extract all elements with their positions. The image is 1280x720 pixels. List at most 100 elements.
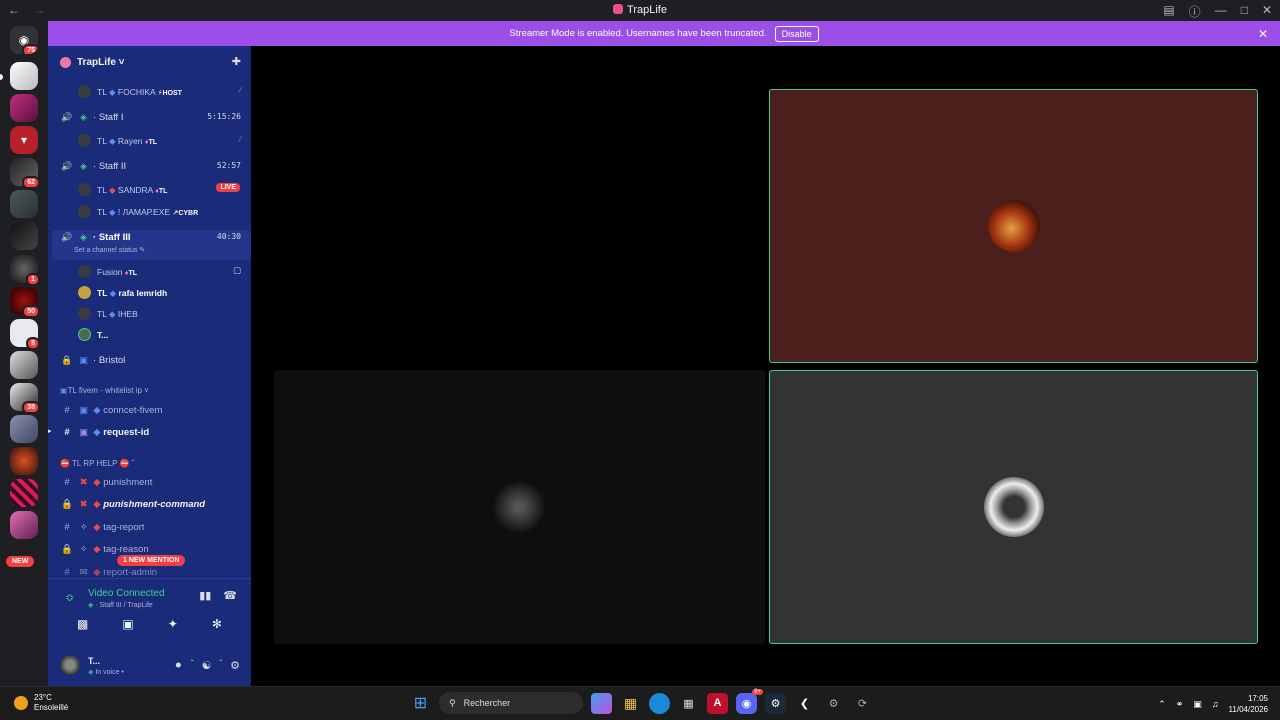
person-icon: ✧ bbox=[79, 522, 88, 533]
speaker-icon[interactable]: ♫ bbox=[1212, 699, 1219, 709]
voice-member[interactable]: T... bbox=[78, 328, 251, 341]
video-tile-speaking-1[interactable] bbox=[769, 89, 1258, 363]
disconnect-icon[interactable]: ☎ bbox=[223, 589, 237, 602]
avatar bbox=[988, 200, 1040, 252]
server-icon-13[interactable] bbox=[10, 447, 38, 475]
minimize-button[interactable]: — bbox=[1215, 3, 1227, 20]
avatar bbox=[78, 307, 91, 320]
channel-tag-reason[interactable]: 🔒 ✧ ◆ tag-reason bbox=[60, 544, 251, 555]
add-user-icon[interactable]: ✚ bbox=[232, 55, 241, 68]
gear-icon[interactable]: ⚙ bbox=[230, 659, 240, 672]
noise-suppression-icon[interactable]: ▮▮ bbox=[199, 589, 211, 602]
voice-member[interactable]: TL ◆ Rayen ♦TL ∕ bbox=[78, 134, 251, 147]
inbox-icon[interactable]: ▤ bbox=[1163, 3, 1174, 20]
steam-icon[interactable]: ⚙ bbox=[765, 692, 786, 714]
voice-channel-staff-2[interactable]: 🔊 ◈ · Staff II 52:57 bbox=[60, 161, 251, 172]
chevron-up-icon[interactable]: ⌃ bbox=[1158, 699, 1166, 710]
server-icon-14[interactable] bbox=[10, 479, 38, 507]
server-name: TrapLife ˅ bbox=[77, 56, 125, 68]
help-icon[interactable]: ⓘ bbox=[1189, 3, 1201, 20]
gear-icon[interactable]: ⚙ bbox=[823, 693, 844, 714]
voice-member[interactable]: TL ◆ SANDRA ♦TL LIVE bbox=[78, 183, 251, 196]
close-icon[interactable]: ✕ bbox=[1258, 27, 1268, 41]
app-icon[interactable]: ❮ bbox=[794, 693, 815, 714]
voice-status[interactable]: Video Connected bbox=[88, 588, 165, 599]
server-badge: 50 bbox=[22, 305, 40, 318]
close-window-button[interactable]: ✕ bbox=[1262, 3, 1272, 20]
voice-member[interactable]: Fusion ♦TL ▢ bbox=[78, 265, 251, 278]
server-icon-12[interactable] bbox=[10, 415, 38, 443]
voice-channel-staff-3[interactable]: 🔊 ◈ · Staff III 40:30 Set a channel stat… bbox=[52, 230, 251, 260]
microphone-icon[interactable]: ⚫ bbox=[174, 659, 183, 672]
banner-text: Streamer Mode is enabled. Usernames have… bbox=[509, 28, 767, 39]
server-icon-4[interactable]: 62 bbox=[10, 158, 40, 189]
server-icon-2[interactable] bbox=[10, 94, 38, 122]
channel-tag-report[interactable]: # ✧ ◆ tag-report bbox=[60, 522, 251, 533]
headphones-icon[interactable]: ☯ bbox=[202, 659, 212, 672]
chevron-down-icon[interactable]: ˇ bbox=[219, 659, 222, 672]
server-icon-10[interactable] bbox=[10, 351, 38, 379]
voice-channel-bristol[interactable]: 🔒 ▣ · Bristol bbox=[60, 355, 251, 366]
video-tile-2[interactable] bbox=[274, 370, 765, 644]
hashtag-icon: # bbox=[64, 522, 70, 533]
shield-icon: ◈ bbox=[80, 112, 87, 122]
edge-icon[interactable] bbox=[649, 692, 670, 714]
new-badge[interactable]: NEW bbox=[6, 556, 35, 567]
screen-share-icon[interactable]: ▣ bbox=[122, 617, 133, 631]
new-mention-badge[interactable]: 1 NEW MENTION bbox=[117, 555, 186, 566]
server-icon-15[interactable] bbox=[10, 511, 38, 539]
avatar bbox=[78, 134, 91, 147]
server-icon-8[interactable]: 50 bbox=[10, 287, 40, 318]
soundboard-icon[interactable]: ✻ bbox=[212, 617, 222, 631]
copilot-icon[interactable] bbox=[591, 692, 612, 714]
voice-channel-staff-1[interactable]: 🔊 ◈ · Staff I 5:15:26 bbox=[60, 112, 251, 123]
voice-channel-path[interactable]: ◈ · Staff III / TrapLife bbox=[88, 601, 153, 609]
network-icon[interactable]: ▣ bbox=[1193, 699, 1202, 710]
weather-widget[interactable]: 23°C Ensoleillé bbox=[14, 693, 68, 713]
app-icon[interactable]: A bbox=[707, 692, 728, 714]
voice-member[interactable]: TL ◆ IHEB bbox=[78, 307, 251, 320]
camera-off-icon[interactable]: ▩ bbox=[77, 617, 88, 631]
voice-member[interactable]: TL ◆ rafa lemridh bbox=[78, 286, 251, 299]
server-icon-3[interactable]: ▾ bbox=[10, 126, 38, 154]
server-icon-9[interactable]: 8 bbox=[10, 319, 40, 350]
channel-punishment-command[interactable]: 🔒 ✖ ◆ punishment-command bbox=[60, 499, 251, 510]
discord-icon[interactable]: ◉ 9+ bbox=[736, 688, 763, 714]
server-icon-6[interactable] bbox=[10, 222, 38, 250]
user-panel[interactable]: T... ◈ In voice • ⚫ ˇ ☯ ˇ ⚙ bbox=[60, 651, 240, 677]
avatar bbox=[78, 183, 91, 196]
server-icon-11[interactable]: 38 bbox=[10, 383, 40, 414]
channel-punishment[interactable]: # ✖ ◆ punishment bbox=[60, 477, 251, 488]
avatar bbox=[78, 328, 91, 341]
category-rp-help[interactable]: ⛔ TL RP HELP ⛔ ˇ bbox=[60, 459, 251, 468]
store-icon[interactable]: ▦ bbox=[678, 693, 699, 714]
video-tile-speaking-2[interactable] bbox=[769, 370, 1258, 644]
home-button[interactable]: ◉ 75 bbox=[10, 26, 38, 54]
voice-member[interactable]: TL ◆ ! ЛАМАР.EXE ↗CYBR bbox=[78, 205, 251, 218]
server-icon-5[interactable] bbox=[10, 190, 38, 218]
search-input[interactable]: ⚲ Rechercher bbox=[439, 692, 583, 714]
channel-connect-fivem[interactable]: # ▣ ◆ conncet-fivem bbox=[60, 405, 251, 416]
taskbar: 23°C Ensoleillé ⊞ ⚲ Rechercher ▦ ▦ A ◉ 9+ ⚙… bbox=[0, 686, 1280, 720]
server-icon-7[interactable]: 1 bbox=[10, 255, 40, 286]
maximize-button[interactable]: □ bbox=[1241, 3, 1248, 20]
home-badge: 75 bbox=[22, 44, 38, 54]
category-fivem[interactable]: ▣TL fivem - whitelist ip ˅ bbox=[60, 386, 251, 395]
channel-report-admin[interactable]: # ✉ ◆ report-admin bbox=[60, 567, 251, 578]
hashtag-icon: # bbox=[64, 567, 70, 578]
channel-status[interactable]: Set a channel status ✎ bbox=[60, 246, 251, 254]
channel-request-id[interactable]: ▸ # ▣ ◆ request-id bbox=[48, 427, 251, 438]
start-icon[interactable]: ⊞ bbox=[410, 693, 431, 714]
refresh-icon[interactable]: ⟳ bbox=[852, 693, 873, 714]
disable-button[interactable]: Disable bbox=[774, 25, 819, 42]
sun-icon bbox=[14, 696, 28, 710]
server-header[interactable]: TrapLife ˅ ✚ bbox=[48, 46, 251, 78]
server-icon-1[interactable] bbox=[10, 62, 38, 90]
voice-member[interactable]: TL ◆ FOCHIKA ⚡HOST ∕ bbox=[78, 85, 251, 98]
clock[interactable]: 17:05 11/04/2026 bbox=[1229, 693, 1268, 715]
title-bar: ← → TrapLife ▤ ⓘ — □ ✕ bbox=[0, 0, 1280, 21]
microphone-icon[interactable]: ⚭ bbox=[1176, 699, 1184, 710]
activities-icon[interactable]: ✦ bbox=[168, 617, 178, 631]
chevron-down-icon[interactable]: ˇ bbox=[191, 659, 194, 672]
folder-icon[interactable]: ▦ bbox=[620, 693, 641, 714]
